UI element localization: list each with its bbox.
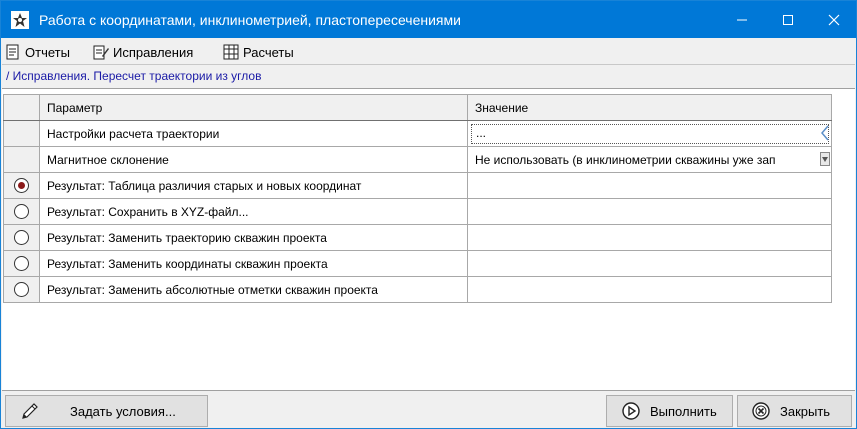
set-conditions-label: Задать условия... xyxy=(70,403,176,419)
menu-calculations[interactable]: Расчеты xyxy=(223,43,294,61)
row-selector xyxy=(3,146,40,173)
window-title: Работа с координатами, инклинометрией, п… xyxy=(39,12,461,28)
table-row[interactable]: Результат: Таблица различия старых и нов… xyxy=(3,172,832,199)
table-row[interactable]: Результат: Заменить траекторию скважин п… xyxy=(3,224,832,251)
pencil-icon xyxy=(20,401,40,421)
run-button[interactable]: Выполнить xyxy=(606,395,733,427)
radio-unselected[interactable] xyxy=(14,282,29,298)
menu-corrections-label: Исправления xyxy=(113,44,194,60)
value-cell[interactable]: ... xyxy=(467,120,832,147)
row-selector[interactable] xyxy=(3,276,40,303)
table-row[interactable]: Результат: Заменить координаты скважин п… xyxy=(3,250,832,277)
parameter-grid: Параметр Значение Настройки расчета трае… xyxy=(3,94,832,303)
settings-value-field[interactable]: ... xyxy=(471,124,829,144)
main-window: Работа с координатами, инклинометрией, п… xyxy=(0,0,857,429)
grid-header-row: Параметр Значение xyxy=(3,94,832,121)
app-logo-icon xyxy=(11,11,29,29)
radio-unselected[interactable] xyxy=(14,256,29,272)
value-cell[interactable] xyxy=(467,276,832,303)
maximize-button[interactable] xyxy=(765,1,811,38)
breadcrumb-bar: / Исправления. Пересчет траектории из уг… xyxy=(2,64,855,88)
grid-header-selector xyxy=(3,94,40,121)
radio-selected[interactable] xyxy=(14,178,29,194)
value-cell[interactable] xyxy=(467,250,832,277)
dropdown-arrow-icon[interactable] xyxy=(819,149,831,169)
breadcrumb: / Исправления. Пересчет траектории из уг… xyxy=(6,69,262,83)
menu-bar: Отчеты Исправления Расчеты xyxy=(1,38,856,64)
value-cell[interactable]: Не использовать (в инклинометрии скважин… xyxy=(467,146,832,173)
chevron-left-icon[interactable] xyxy=(819,123,831,143)
param-cell[interactable]: Результат: Заменить траекторию скважин п… xyxy=(39,224,468,251)
close-label: Закрыть xyxy=(780,403,831,419)
param-cell[interactable]: Магнитное склонение xyxy=(39,146,468,173)
row-selector[interactable] xyxy=(3,224,40,251)
param-cell[interactable]: Результат: Сохранить в XYZ-файл... xyxy=(39,198,468,225)
menu-calculations-label: Расчеты xyxy=(243,44,294,60)
value-cell[interactable] xyxy=(467,172,832,199)
minimize-icon xyxy=(737,19,747,20)
menu-reports[interactable]: Отчеты xyxy=(5,43,70,61)
set-conditions-button[interactable]: Задать условия... xyxy=(5,395,208,427)
edit-document-icon xyxy=(93,44,109,60)
magnetic-declination-value: Не использовать (в инклинометрии скважин… xyxy=(475,152,776,167)
bottom-toolbar: Задать условия... Выполнить Закрыть xyxy=(1,391,856,428)
row-selector[interactable] xyxy=(3,250,40,277)
radio-unselected[interactable] xyxy=(14,204,29,220)
grid-header-value[interactable]: Значение xyxy=(467,94,832,121)
value-cell[interactable] xyxy=(467,198,832,225)
row-selector[interactable] xyxy=(3,198,40,225)
close-circle-icon xyxy=(751,401,771,421)
title-bar[interactable]: Работа с координатами, инклинометрией, п… xyxy=(1,1,856,38)
menu-reports-label: Отчеты xyxy=(25,44,70,60)
row-selector xyxy=(3,120,40,147)
table-row[interactable]: Магнитное склонение Не использовать (в и… xyxy=(3,146,832,173)
param-cell[interactable]: Результат: Заменить абсолютные отметки с… xyxy=(39,276,468,303)
table-calc-icon xyxy=(223,44,239,60)
play-circle-icon xyxy=(621,401,641,421)
grid-header-param[interactable]: Параметр xyxy=(39,94,468,121)
param-cell[interactable]: Настройки расчета траектории xyxy=(39,120,468,147)
close-icon xyxy=(828,14,840,25)
table-row[interactable]: Результат: Заменить абсолютные отметки с… xyxy=(3,276,832,303)
value-cell[interactable] xyxy=(467,224,832,251)
table-row[interactable]: Результат: Сохранить в XYZ-файл... xyxy=(3,198,832,225)
param-cell[interactable]: Результат: Заменить координаты скважин п… xyxy=(39,250,468,277)
close-button[interactable]: Закрыть xyxy=(737,395,852,427)
report-icon xyxy=(5,44,21,60)
row-selector[interactable] xyxy=(3,172,40,199)
close-window-button[interactable] xyxy=(811,1,857,38)
parameter-grid-area: Параметр Значение Настройки расчета трае… xyxy=(2,88,855,391)
menu-corrections[interactable]: Исправления xyxy=(93,43,193,61)
maximize-icon xyxy=(783,14,793,25)
radio-unselected[interactable] xyxy=(14,230,29,246)
minimize-button[interactable] xyxy=(719,1,765,38)
table-row[interactable]: Настройки расчета траектории ... xyxy=(3,120,832,147)
run-label: Выполнить xyxy=(650,403,717,419)
param-cell[interactable]: Результат: Таблица различия старых и нов… xyxy=(39,172,468,199)
